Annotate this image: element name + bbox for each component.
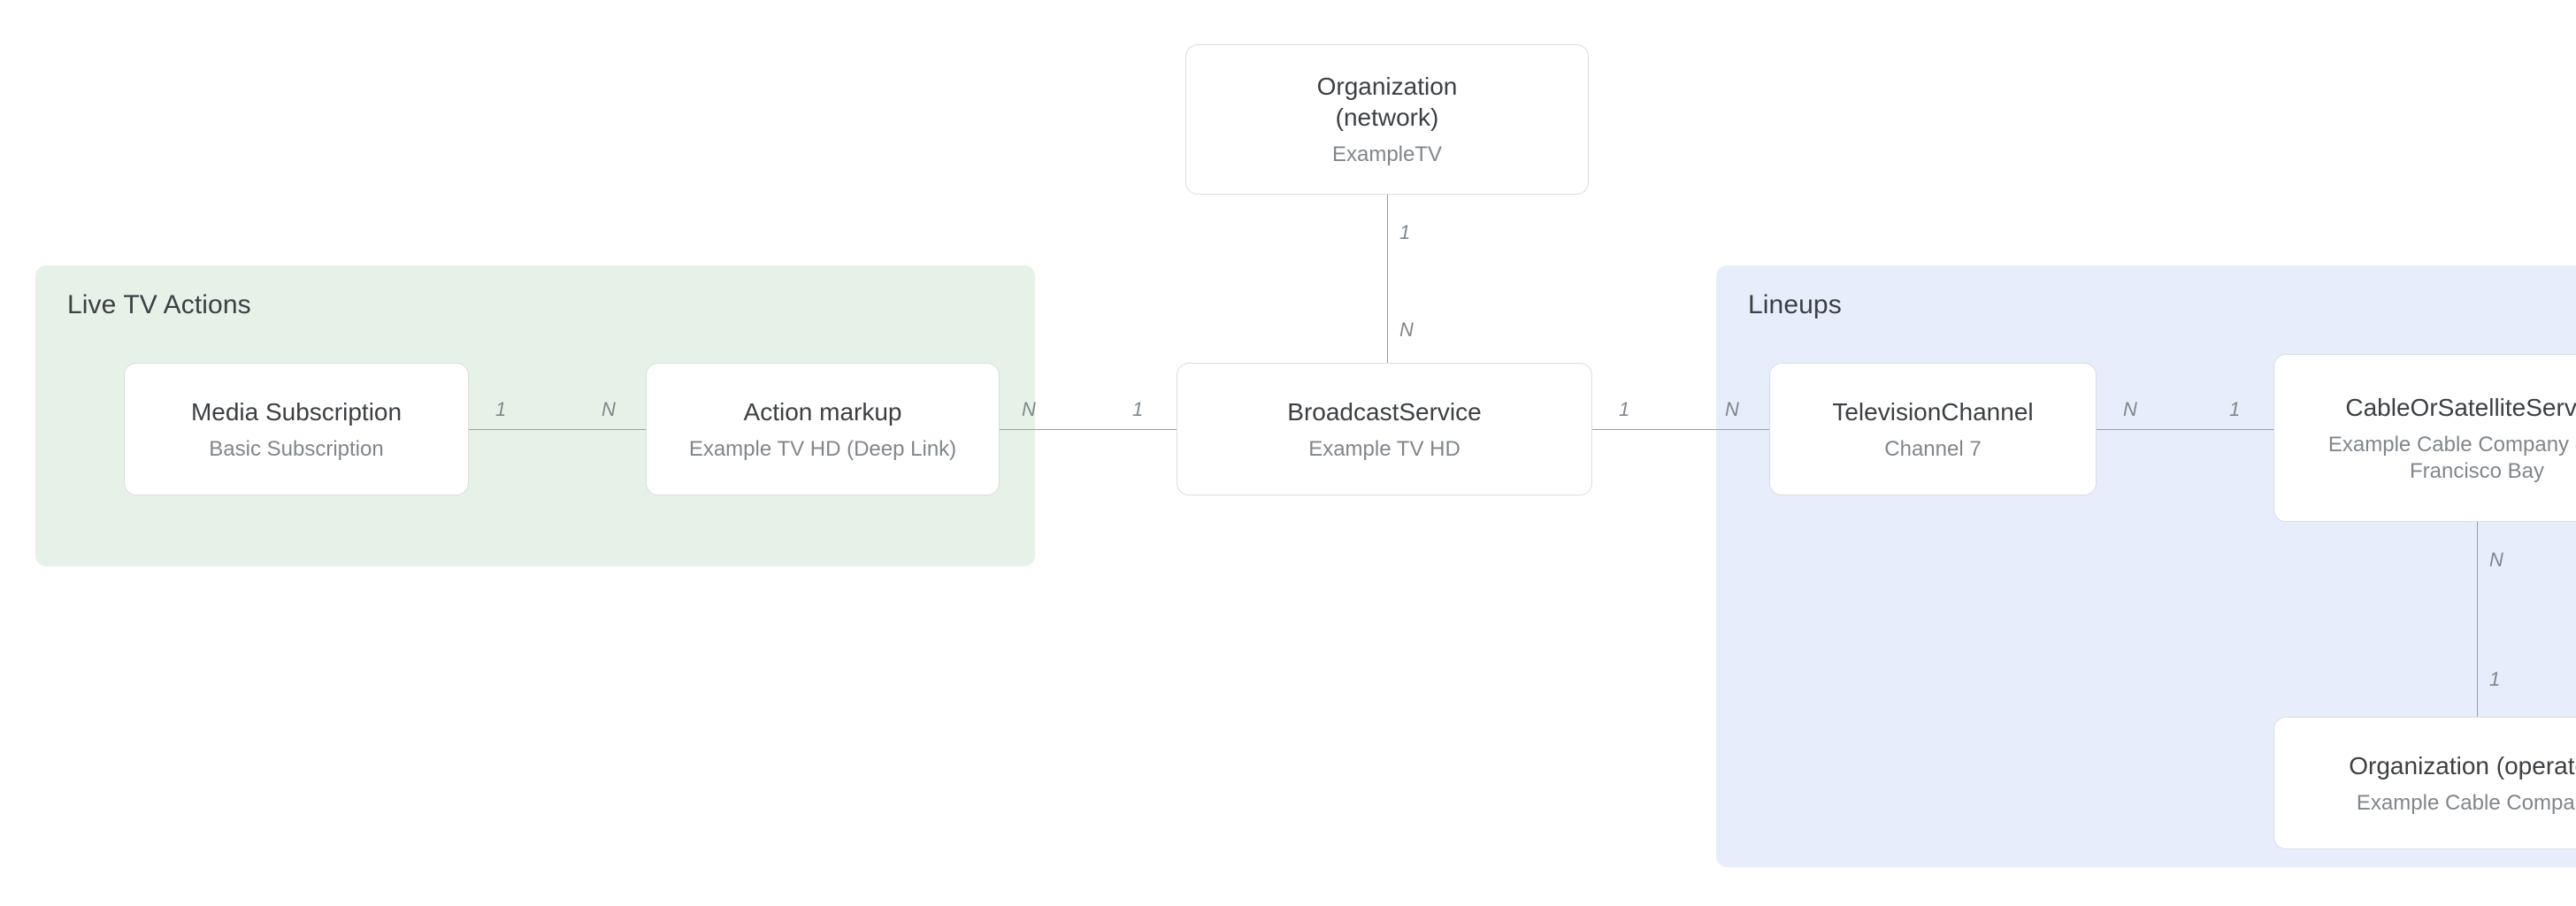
cardinality-am-bs-right: 1 — [1132, 398, 1143, 421]
node-title: Media Subscription — [191, 396, 402, 427]
node-sub: Example TV HD (Deep Link) — [689, 436, 956, 463]
diagram-canvas: Live TV Actions Lineups 1 N 1 N N 1 1 N … — [0, 0, 2576, 906]
cardinality-tc-css-right: 1 — [2229, 398, 2240, 421]
node-action-markup: Action markup Example TV HD (Deep Link) — [646, 363, 1000, 495]
cardinality-bs-tc-left: 1 — [1619, 398, 1629, 421]
node-sub: Example Cable Company — [2357, 790, 2576, 817]
cardinality-css-op-bottom: 1 — [2489, 668, 2500, 691]
edge-am-bs — [1000, 429, 1177, 430]
node-organization-network: Organization (network) ExampleTV — [1185, 44, 1589, 195]
node-sub: Example Cable Company - San Francisco Ba… — [2299, 432, 2576, 485]
node-sub: Channel 7 — [1884, 436, 1981, 463]
cardinality-ms-am-right: N — [602, 398, 616, 421]
node-title: BroadcastService — [1287, 396, 1481, 427]
cardinality-ms-am-left: 1 — [495, 398, 506, 421]
node-sub: Example TV HD — [1308, 436, 1460, 463]
cardinality-orgnet-bs-bottom: N — [1399, 319, 1414, 342]
edge-orgnet-bs — [1387, 195, 1388, 363]
cardinality-am-bs-left: N — [1022, 398, 1036, 421]
node-broadcast-service: BroadcastService Example TV HD — [1177, 363, 1592, 495]
group-title-lineups: Lineups — [1748, 290, 2576, 320]
edge-ms-am — [469, 429, 646, 430]
node-title: Organization (operator) — [2349, 750, 2576, 781]
edge-bs-tc — [1592, 429, 1769, 430]
group-title-live-tv-actions: Live TV Actions — [67, 290, 1003, 320]
cardinality-orgnet-bs-top: 1 — [1399, 221, 1410, 244]
node-sub: Basic Subscription — [209, 436, 383, 463]
cardinality-css-op-top: N — [2489, 549, 2503, 572]
node-sub: ExampleTV — [1332, 142, 1442, 168]
edge-tc-css — [2097, 429, 2273, 430]
node-organization-operator: Organization (operator) Example Cable Co… — [2273, 717, 2576, 849]
node-title: TelevisionChannel — [1832, 396, 2033, 427]
node-title: Action markup — [744, 396, 902, 427]
edge-css-op — [2477, 522, 2478, 717]
node-television-channel: TelevisionChannel Channel 7 — [1769, 363, 2097, 495]
node-title: CableOrSatelliteService — [2345, 392, 2576, 423]
cardinality-bs-tc-right: N — [1725, 398, 1739, 421]
cardinality-tc-css-left: N — [2123, 398, 2137, 421]
node-cable-or-satellite-service: CableOrSatelliteService Example Cable Co… — [2273, 354, 2576, 522]
node-media-subscription: Media Subscription Basic Subscription — [124, 363, 469, 495]
node-title: Organization (network) — [1317, 71, 1458, 133]
